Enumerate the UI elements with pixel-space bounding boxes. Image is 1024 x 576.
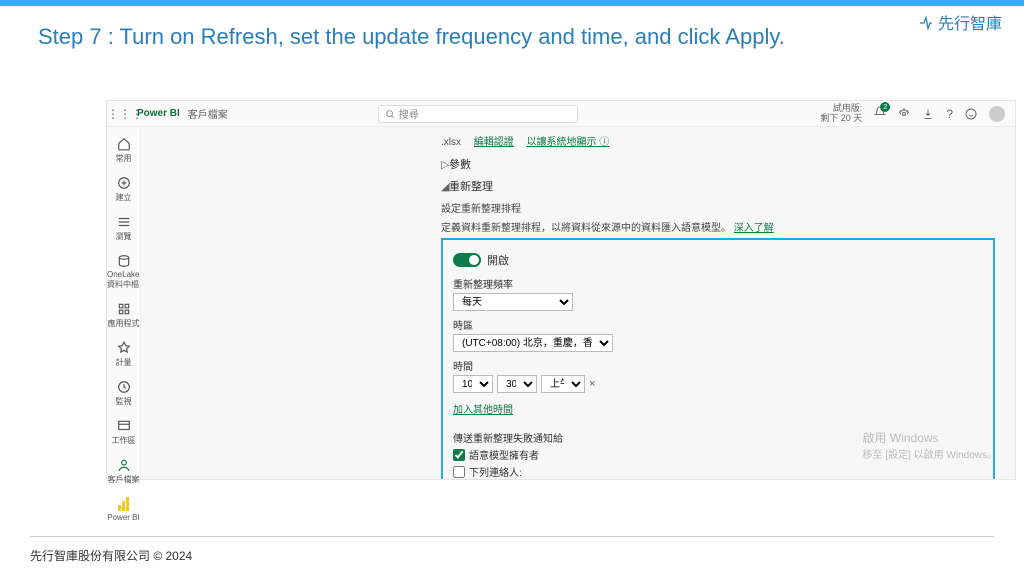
sidebar-item-onelake[interactable]: OneLake 資料中樞	[107, 250, 140, 294]
time-hour-select[interactable]: 10	[453, 375, 493, 393]
sidebar-item-workspaces[interactable]: 工作區	[107, 415, 140, 450]
gear-icon[interactable]	[898, 108, 910, 120]
notify-contacts-checkbox[interactable]	[453, 466, 465, 478]
windows-activation-watermark: 啟用 Windows 移至 [設定] 以啟用 Windows。	[863, 429, 997, 461]
smile-icon[interactable]	[965, 108, 977, 120]
sidebar-item-current-workspace[interactable]: 客戶檔案	[107, 454, 140, 489]
search-icon	[385, 109, 395, 119]
settings-panel: .xlsx 編輯認證 以讓系統地顯示 ⓘ ▷參數 ◢重新整理 設定重新整理排程 …	[141, 127, 1015, 479]
product-name: Power BI	[137, 108, 180, 119]
brand-logo: 先行智庫	[918, 10, 1002, 34]
schedule-desc: 定義資料重新整理排程，以將資料從來源中的資料匯入語意模型。 深入了解	[441, 219, 995, 234]
learn-more-link[interactable]: 深入了解	[734, 223, 774, 234]
powerbi-window: ⋮⋮⋮ Power BI 客戶檔案 搜尋 試用版: 剩下 20 天 2 ? 常用…	[106, 100, 1016, 480]
trial-status: 試用版: 剩下 20 天	[820, 104, 862, 124]
timezone-select[interactable]: (UTC+08:00) 北京，重慶，香港特別行…	[453, 334, 613, 352]
section-refresh[interactable]: ◢重新整理	[441, 178, 995, 194]
time-label: 時間	[453, 358, 983, 373]
sidebar-item-monitor[interactable]: 監視	[107, 376, 140, 411]
sidebar-item-powerbi[interactable]: Power BI	[107, 493, 140, 526]
search-input[interactable]: 搜尋	[378, 105, 578, 123]
sidebar-item-apps[interactable]: 應用程式	[107, 298, 140, 333]
sidebar-item-browse[interactable]: 瀏覽	[107, 211, 140, 246]
remove-time-icon[interactable]: ×	[589, 378, 595, 390]
section-parameters[interactable]: ▷參數	[441, 156, 995, 172]
step-title: Step 7 : Turn on Refresh, set the update…	[0, 6, 1024, 60]
help-icon[interactable]: ?	[946, 107, 953, 121]
notify-owner-checkbox[interactable]	[453, 449, 465, 461]
sidebar-item-metrics[interactable]: 計量	[107, 337, 140, 372]
time-ampm-select[interactable]: 上午	[541, 375, 585, 393]
avatar[interactable]	[989, 106, 1005, 122]
time-minute-select[interactable]: 30	[497, 375, 537, 393]
left-sidebar: 常用 建立 瀏覽 OneLake 資料中樞 應用程式 計量 監視 工作區 客戶檔…	[107, 127, 141, 479]
breadcrumb[interactable]: 客戶檔案	[188, 106, 228, 121]
toggle-label: 開啟	[487, 252, 509, 268]
sidebar-item-create[interactable]: 建立	[107, 172, 140, 207]
add-time-link[interactable]: 加入其他時間	[453, 401, 513, 416]
frequency-select[interactable]: 每天	[453, 293, 573, 311]
tz-label: 時區	[453, 317, 983, 332]
slide-footer: 先行智庫股份有限公司 © 2024	[30, 536, 994, 564]
schedule-heading: 設定重新整理排程	[441, 200, 995, 215]
refresh-toggle[interactable]	[453, 253, 481, 267]
datasource-file-row: .xlsx 編輯認證 以讓系統地顯示 ⓘ	[441, 133, 995, 148]
freq-label: 重新整理頻率	[453, 276, 983, 291]
app-header: ⋮⋮⋮ Power BI 客戶檔案 搜尋 試用版: 剩下 20 天 2 ?	[107, 101, 1015, 127]
show-in-lineage-link[interactable]: 以讓系統地顯示 ⓘ	[527, 137, 610, 148]
download-icon[interactable]	[922, 108, 934, 120]
sidebar-item-home[interactable]: 常用	[107, 133, 140, 168]
edit-credentials-link[interactable]: 編輯認證	[474, 137, 514, 148]
app-launcher-icon[interactable]: ⋮⋮⋮	[107, 107, 133, 121]
notifications-icon[interactable]: 2	[874, 106, 886, 121]
